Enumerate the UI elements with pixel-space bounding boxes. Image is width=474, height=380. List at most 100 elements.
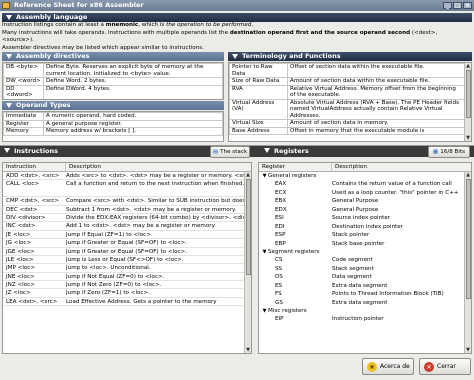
scroll-down-icon[interactable]: ▼ bbox=[245, 347, 251, 353]
register-row[interactable]: EAX Contains the return value of a functi… bbox=[259, 180, 464, 188]
instruction-row[interactable]: JNZ <loc> Jump if Not Zero (ZF=0) to <loc… bbox=[3, 281, 245, 290]
collapse-icon bbox=[264, 148, 270, 153]
terminology-key: Size of Raw Data bbox=[229, 77, 288, 86]
instruction-description: Jump if Greater or Equal (SF=OF) to <loc… bbox=[66, 240, 188, 247]
operands-key: Immediate bbox=[3, 112, 44, 121]
operands-value: A general purpose register. bbox=[43, 119, 223, 128]
close-button[interactable]: × Cerrar bbox=[419, 358, 471, 375]
scroll-thumb[interactable] bbox=[246, 179, 251, 275]
registers-scrollbar[interactable]: ▲ ▼ bbox=[464, 172, 471, 353]
register-name: SS bbox=[275, 265, 283, 272]
instruction-row[interactable]: LEA <dst>, <src> Load Effective Address. … bbox=[3, 298, 245, 307]
instruction-mnemonic: JZ <loc> bbox=[6, 290, 31, 297]
register-row[interactable]: SS Stack segment bbox=[259, 265, 464, 273]
minimize-button[interactable]: _ bbox=[443, 2, 452, 9]
terminology-scrollbar[interactable]: ▲ ▼ bbox=[464, 63, 471, 141]
register-row[interactable]: EDI Destination index pointer bbox=[259, 223, 464, 231]
expander-icon[interactable]: ▼ bbox=[261, 307, 268, 315]
register-group[interactable]: ▼ Segment registers bbox=[259, 248, 464, 256]
instruction-row[interactable]: JG <loc> Jump if Greater or Equal (SF=OF)… bbox=[3, 239, 245, 248]
directives-row: DD <dword> Define DWord. 4 bytes. bbox=[3, 84, 223, 99]
col-register[interactable]: Register bbox=[259, 163, 332, 171]
scroll-thumb[interactable] bbox=[466, 70, 471, 118]
register-description: Stack pointer bbox=[332, 232, 370, 239]
register-row[interactable]: EDX General Purpose bbox=[259, 206, 464, 214]
register-name-cell: EDX bbox=[259, 206, 332, 214]
register-group[interactable]: ▼ Misc registers bbox=[259, 307, 464, 315]
instruction-row[interactable]: JLE <loc> Jump is Less or Equal (SF<>OF) … bbox=[3, 256, 245, 265]
instruction-row[interactable]: JMP <loc> Jump to <loc>. Unconditional. bbox=[3, 264, 245, 273]
close-window-button[interactable]: × bbox=[463, 2, 472, 9]
instructions-header[interactable]: Instructions bbox=[2, 146, 58, 156]
register-row[interactable]: ES Extra data segment bbox=[259, 282, 464, 290]
instruction-row[interactable]: ADD <dst>, <src> Adds <src> to <dst>. <ds… bbox=[3, 172, 245, 181]
instructions-scrollbar[interactable]: ▲ ▼ bbox=[244, 172, 251, 353]
register-group[interactable]: ▼ General registers bbox=[259, 172, 464, 180]
register-description: Code segment bbox=[332, 257, 373, 264]
operands-value: A numeric operand, hard coded. bbox=[43, 112, 223, 121]
register-name: ES bbox=[275, 282, 283, 289]
intro-text-run: . bbox=[251, 22, 254, 28]
register-name-cell: SS bbox=[259, 265, 332, 273]
scroll-up-icon[interactable]: ▲ bbox=[245, 172, 251, 178]
register-name-cell: EAX bbox=[259, 180, 332, 188]
registers-header[interactable]: Registers bbox=[262, 146, 309, 156]
instruction-row[interactable]: DEC <dst> Subtract 1 from <dst>. <dst> ma… bbox=[3, 206, 245, 214]
expander-icon[interactable]: ▼ bbox=[261, 248, 268, 256]
instruction-row[interactable]: CMP <dst>, <src> Compare <src> with <dst>… bbox=[3, 197, 245, 206]
terminology-panel: Pointer to Raw Data Offset of section dat… bbox=[228, 62, 472, 142]
instruction-row[interactable]: JZ <loc> Jump if Zero (ZF=1) to <loc>. bbox=[3, 289, 245, 298]
terminology-row: Size of Raw Data Amount of section data w… bbox=[229, 77, 465, 86]
operand-types-header[interactable]: Operand Types bbox=[2, 101, 224, 110]
instruction-row[interactable]: CALL <loc> Call a function and return to … bbox=[3, 180, 245, 198]
collapse-icon bbox=[6, 15, 12, 20]
instruction-mnemonic: JNZ <loc> bbox=[6, 282, 35, 289]
col-description[interactable]: Description bbox=[332, 163, 471, 171]
scroll-thumb[interactable] bbox=[466, 179, 471, 299]
instruction-mnemonic: CMP <dst>, <src> bbox=[6, 198, 60, 205]
instruction-row[interactable]: DIV <divisor> Divide the EDX:EAX register… bbox=[3, 214, 245, 223]
register-row[interactable]: CS Code segment bbox=[259, 256, 464, 264]
scroll-up-icon[interactable]: ▲ bbox=[465, 63, 471, 69]
instruction-row[interactable]: JGE <loc> Jump if Greater or Equal (SF=OF… bbox=[3, 248, 245, 256]
col-description[interactable]: Description bbox=[66, 163, 251, 171]
terminology-header[interactable]: Terminology and Functions bbox=[228, 52, 472, 61]
assembly-directives-header[interactable]: Assembly directives bbox=[2, 52, 224, 61]
expander-icon[interactable]: ▼ bbox=[261, 172, 268, 180]
scroll-up-icon[interactable]: ▲ bbox=[465, 172, 471, 178]
intro-text-run: Assembler directives may be listed which… bbox=[2, 44, 204, 51]
directives-panel: DB <byte> Define Byte. Reserves an explic… bbox=[2, 62, 224, 100]
register-name-cell: ESI bbox=[259, 214, 332, 222]
maximize-button[interactable]: □ bbox=[453, 2, 462, 9]
register-name-cell: DS bbox=[259, 273, 332, 281]
bits-toggle-button[interactable]: ▦ 16/8 Bits bbox=[428, 146, 470, 158]
register-row[interactable]: ESI Source index pointer bbox=[259, 214, 464, 222]
intro-text-run: Instruction listings contain at least a bbox=[2, 22, 106, 28]
register-row[interactable]: EBP Stack base pointer bbox=[259, 240, 464, 248]
col-instruction[interactable]: Instruction bbox=[3, 163, 66, 171]
instruction-row[interactable]: JE <loc> Jump if Equal (ZF=1) to <loc>. bbox=[3, 231, 245, 240]
the-stack-button[interactable]: ▤ The stack bbox=[210, 146, 250, 158]
register-row[interactable]: FS Points to Thread Information Block (TI… bbox=[259, 290, 464, 298]
terminology-key: Base Address bbox=[229, 126, 288, 135]
directives-value: Define Word. 2 bytes. bbox=[43, 77, 223, 86]
instruction-row[interactable]: JNE <loc> Jump if Not Equal (ZF=0) to <lo… bbox=[3, 273, 245, 282]
collapse-icon bbox=[6, 54, 12, 59]
register-row[interactable]: DS Data segment bbox=[259, 273, 464, 281]
instruction-row[interactable]: INC <dst> Add 1 to <dst>. <dst> may be a … bbox=[3, 222, 245, 231]
operands-value: Memory address w/ brackets [ ]. bbox=[43, 127, 223, 136]
register-row[interactable]: EBX General Purpose bbox=[259, 197, 464, 205]
scroll-down-icon[interactable]: ▼ bbox=[465, 135, 471, 141]
register-row[interactable]: ECX Used as a loop counter. "this" pointe… bbox=[259, 189, 464, 197]
instruction-description: Jump to <loc>. Unconditional. bbox=[66, 265, 151, 272]
register-row[interactable]: GS Extra data segment bbox=[259, 299, 464, 307]
terminology-key: Virtual Address (VA) bbox=[229, 98, 288, 120]
scroll-down-icon[interactable]: ▼ bbox=[465, 347, 471, 353]
about-button[interactable]: ★ Acerca de bbox=[362, 358, 414, 375]
register-row[interactable]: ESP Stack pointer bbox=[259, 231, 464, 239]
register-row[interactable]: EIP Instruction pointer bbox=[259, 315, 464, 323]
register-name: General registers bbox=[268, 173, 317, 179]
register-name-cell: EIP bbox=[259, 315, 332, 323]
intro-text-run: mnemonic bbox=[105, 22, 139, 28]
assembly-language-header[interactable]: Assembly language bbox=[2, 13, 472, 22]
